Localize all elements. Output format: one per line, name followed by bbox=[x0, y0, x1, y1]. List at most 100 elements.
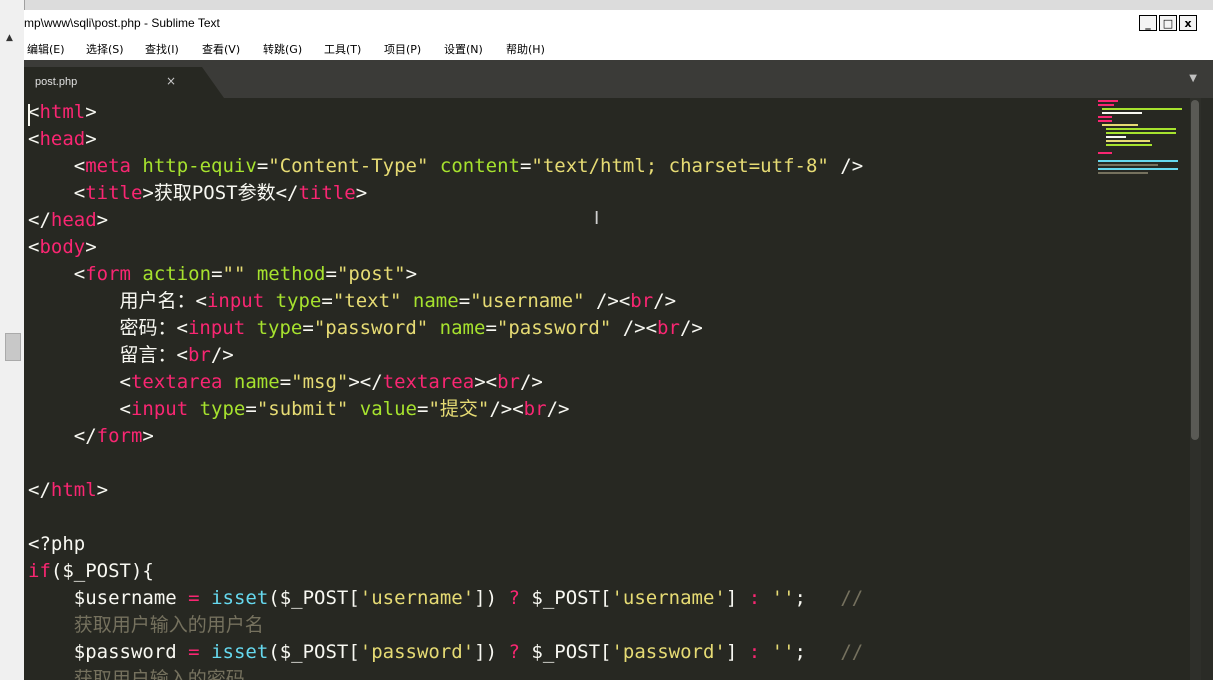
code-token: 获取用户输入的用户名 bbox=[28, 614, 264, 636]
code-text[interactable]: <html> <head> <meta http-equiv="Content-T… bbox=[28, 99, 863, 680]
code-line[interactable]: 密码：<input type="password" name="password… bbox=[28, 315, 863, 342]
outer-scrollbar[interactable]: ▲ bbox=[0, 0, 25, 680]
code-token: >< bbox=[474, 371, 498, 393]
tab-label: post.php bbox=[35, 76, 78, 88]
code-token: name bbox=[233, 371, 280, 393]
menu-goto[interactable]: 转跳(G) bbox=[263, 41, 302, 57]
code-token: type bbox=[275, 290, 322, 312]
code-line[interactable]: </form> bbox=[28, 423, 863, 450]
code-token: /> bbox=[210, 344, 234, 366]
code-token: body bbox=[39, 236, 86, 258]
code-token: form bbox=[85, 263, 131, 285]
code-token: br bbox=[657, 317, 680, 339]
code-token: = bbox=[256, 155, 269, 177]
code-token: />< bbox=[584, 290, 631, 312]
code-token: "提交" bbox=[428, 398, 490, 420]
code-token: </ bbox=[28, 425, 97, 447]
tab-close-icon[interactable]: × bbox=[166, 74, 176, 88]
code-token: = bbox=[302, 317, 314, 339]
code-line[interactable]: </head> bbox=[28, 207, 863, 234]
code-token: <?php bbox=[28, 533, 86, 555]
code-line[interactable]: if($_POST){ bbox=[28, 558, 863, 585]
maximize-button[interactable]: □ bbox=[1159, 15, 1177, 31]
code-token: = bbox=[325, 263, 337, 285]
code-line[interactable]: 留言：<br/> bbox=[28, 342, 863, 369]
code-line[interactable]: <meta http-equiv="Content-Type" content=… bbox=[28, 153, 863, 180]
code-token: < bbox=[28, 128, 40, 150]
code-line[interactable]: <head> bbox=[28, 126, 863, 153]
code-token: < bbox=[28, 263, 86, 285]
code-line[interactable] bbox=[28, 504, 863, 531]
code-token: http-equiv bbox=[142, 155, 257, 177]
code-line[interactable]: <html> bbox=[28, 99, 863, 126]
code-token: $_POST[ bbox=[519, 641, 612, 663]
tab-post-php[interactable]: post.php × bbox=[24, 67, 202, 98]
code-token: ($_POST[ bbox=[268, 641, 360, 663]
code-line[interactable]: <form action="" method="post"> bbox=[28, 261, 863, 288]
editor-scrollbar[interactable] bbox=[1190, 98, 1201, 680]
menu-preferences[interactable]: 设置(N) bbox=[444, 41, 483, 57]
code-line[interactable] bbox=[28, 450, 863, 477]
editor-scrollbar-thumb[interactable] bbox=[1191, 100, 1199, 440]
code-token: html bbox=[39, 101, 86, 123]
right-edge bbox=[1201, 98, 1213, 680]
code-token: : bbox=[748, 587, 761, 609]
code-line[interactable]: <textarea name="msg"></textarea><br/> bbox=[28, 369, 863, 396]
code-token: = bbox=[321, 290, 333, 312]
code-token: '' bbox=[771, 587, 795, 609]
code-line[interactable]: 获取用户输入的用户名 bbox=[28, 612, 863, 639]
code-token: "" bbox=[222, 263, 246, 285]
code-token: /> bbox=[828, 155, 864, 177]
code-token: >获取POST参数</ bbox=[142, 182, 299, 204]
code-line[interactable]: $password = isset($_POST['password']) ? … bbox=[28, 639, 863, 666]
code-token: /> bbox=[653, 290, 677, 312]
menu-project[interactable]: 项目(P) bbox=[384, 41, 421, 57]
code-token: value bbox=[359, 398, 417, 420]
code-token: </ bbox=[28, 479, 51, 501]
tab-list-dropdown-icon[interactable]: ▼ bbox=[1189, 73, 1197, 84]
menu-view[interactable]: 查看(V) bbox=[202, 41, 240, 57]
menu-find[interactable]: 查找(I) bbox=[145, 41, 179, 57]
code-line[interactable]: <?php bbox=[28, 531, 863, 558]
code-token: ]) bbox=[474, 641, 509, 663]
menu-tools[interactable]: 工具(T) bbox=[324, 41, 361, 57]
code-token: "post" bbox=[336, 263, 406, 285]
minimap[interactable] bbox=[1094, 98, 1190, 178]
code-token: > bbox=[85, 101, 97, 123]
code-line[interactable]: $username = isset($_POST['username']) ? … bbox=[28, 585, 863, 612]
minimize-button[interactable]: _ bbox=[1139, 15, 1157, 31]
code-line[interactable]: </html> bbox=[28, 477, 863, 504]
code-editor[interactable]: <html> <head> <meta http-equiv="Content-T… bbox=[24, 98, 1213, 680]
menu-edit[interactable]: 编辑(E) bbox=[27, 41, 65, 57]
code-token: isset bbox=[211, 587, 269, 609]
menu-selection[interactable]: 选择(S) bbox=[86, 41, 124, 57]
menu-help[interactable]: 帮助(H) bbox=[506, 41, 545, 57]
code-token: isset bbox=[211, 641, 269, 663]
code-line[interactable]: <input type="submit" value="提交"/><br/> bbox=[28, 396, 863, 423]
code-line[interactable]: 用户名：<input type="text" name="username" /… bbox=[28, 288, 863, 315]
code-token: < bbox=[28, 236, 40, 258]
code-token: action bbox=[142, 263, 212, 285]
code-token: = bbox=[519, 155, 532, 177]
code-token: form bbox=[96, 425, 143, 447]
code-token: ></ bbox=[348, 371, 383, 393]
code-token: "msg" bbox=[291, 371, 349, 393]
tab-edge bbox=[202, 67, 224, 98]
code-token: ]) bbox=[474, 587, 509, 609]
scroll-up-arrow-icon[interactable]: ▲ bbox=[6, 33, 13, 43]
outer-scrollbar-thumb[interactable] bbox=[5, 333, 21, 361]
code-line[interactable]: <title>获取POST参数</title> bbox=[28, 180, 863, 207]
code-token: > bbox=[96, 209, 109, 231]
code-token: : bbox=[748, 641, 761, 663]
code-line[interactable]: 获取用户输入的密码 bbox=[28, 666, 863, 680]
code-line[interactable]: <body> bbox=[28, 234, 863, 261]
close-button[interactable]: x bbox=[1179, 15, 1197, 31]
code-token: "text" bbox=[332, 290, 402, 312]
